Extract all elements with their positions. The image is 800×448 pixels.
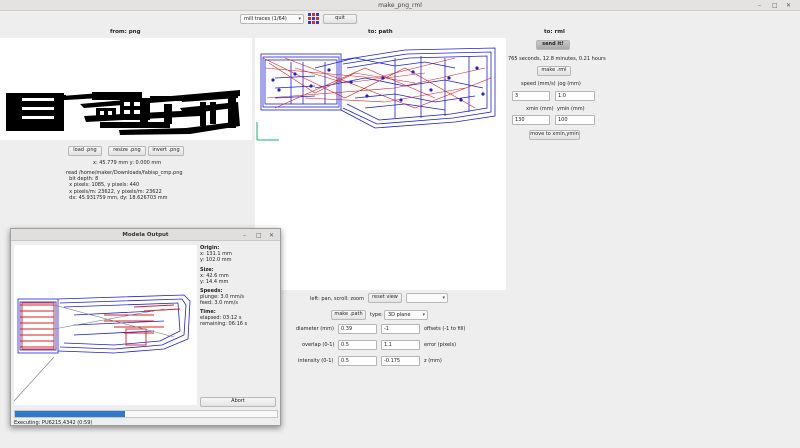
png-info-line: x pixels/m: 23622, y pixels/m: 23622 [66,188,162,195]
z-label: z (mm) [424,358,442,364]
abort-button[interactable]: Abort [200,397,276,407]
grid-icon[interactable] [308,13,319,24]
error-field[interactable]: 1.1 [381,340,420,350]
type-select[interactable]: 3D plane ▾ [384,310,428,320]
error-label: error (pixels) [424,342,457,348]
feed-speed: feed: 3.0 mm/s [200,300,238,306]
pcb-traces-image [6,90,240,135]
toolpath-image [256,47,496,141]
process-select-value: mill traces (1/64) [244,16,287,22]
png-info-line: bit depth: 8 [66,176,99,183]
png-info-line: dx: 45.931759 mm, dy: 18.626703 mm [66,194,168,201]
close-icon[interactable]: ✕ [786,2,791,9]
process-select[interactable]: mill traces (1/64) ▾ [240,14,304,24]
overlap-label: overlap (0-1) [302,342,335,348]
overlap-field[interactable]: 0.5 [338,340,377,350]
chevron-down-icon: ▾ [422,312,425,318]
modela-canvas[interactable] [13,245,197,405]
remaining-time: remaining: 06:16 s [200,321,248,327]
type-select-value: 3D plane [388,312,411,318]
offsets-field[interactable]: -1 [381,324,420,334]
make-path-button[interactable]: make .path [331,310,366,320]
load-png-button[interactable]: load .png [68,146,102,156]
dialog-title: Modela Output [122,232,169,238]
view-select[interactable]: ▾ [406,293,448,303]
progress-bar [14,410,278,418]
modela-output-dialog: Modela Output – □ ✕ Origin: x: 131.1 mm … [10,228,281,426]
send-it-button[interactable]: send it! [536,40,570,50]
resize-png-button[interactable]: resize .png [108,146,146,156]
window-titlebar: make_png_rml – □ ✕ [0,0,800,11]
status-text: Executing: PU6215,4342 (0:59) [14,420,93,426]
jog-field[interactable]: 1.0 [555,91,595,101]
path-canvas[interactable] [255,38,506,290]
diameter-label: diameter (mm) [296,326,334,332]
make-rml-button[interactable]: make .rml [537,66,571,76]
ymin-label: ymin (mm) [557,106,585,112]
chevron-down-icon: ▾ [442,295,445,301]
origin-y: y: 102.0 mm [200,257,232,263]
minimize-icon[interactable]: – [243,232,246,239]
invert-png-button[interactable]: invert .png [148,146,184,156]
from-png-title: from: png [110,29,141,35]
type-label: type: [370,312,383,318]
xmin-label: xmin (mm) [526,106,554,112]
progress-fill [15,411,126,417]
dialog-titlebar: Modela Output – □ ✕ [11,229,280,241]
pan-zoom-hint: left: pan, scroll: zoom [310,296,364,302]
estimated-time: 765 seconds, 12.8 minutes, 0.21 hours [508,56,606,62]
chevron-down-icon: ▾ [298,16,301,22]
png-canvas[interactable] [0,38,252,140]
ymin-field[interactable]: 100 [555,115,595,125]
intensity-field[interactable]: 0.5 [338,356,377,366]
to-rml-title: to: rml [544,29,565,35]
reset-view-button[interactable]: reset view [368,293,402,303]
offsets-label: offsets (-1 to fill) [424,326,466,332]
speed-label: speed (mm/s) [521,81,556,87]
close-icon[interactable]: ✕ [269,232,274,239]
png-info: read /home/maker/Downloads/fabisp_cmp.pn… [66,170,183,201]
quit-button[interactable]: quit [323,14,357,24]
mill-preview-image [13,294,191,402]
diameter-field[interactable]: 0.39 [338,324,377,334]
minimize-icon[interactable]: – [758,2,761,9]
intensity-label: intensity (0-1) [298,358,334,364]
move-to-button[interactable]: move to xmin,ymin [529,130,580,140]
jog-label: jog (mm) [558,81,581,87]
maximize-icon[interactable]: □ [772,2,778,9]
to-path-title: to: path [368,29,393,35]
cursor-coords: x: 45.779 mm y: 0.000 mm [93,160,162,166]
z-field[interactable]: -0.175 [381,356,420,366]
png-info-line: x pixels: 1085, y pixels: 440 [66,182,140,189]
xmin-field[interactable]: 130 [512,115,550,125]
png-info-line: read /home/maker/Downloads/fabisp_cmp.pn… [66,170,183,176]
window-title: make_png_rml [378,2,422,9]
size-y: y: 14.4 mm [200,279,229,285]
speed-field[interactable]: 3 [512,91,550,101]
maximize-icon[interactable]: □ [256,232,262,239]
